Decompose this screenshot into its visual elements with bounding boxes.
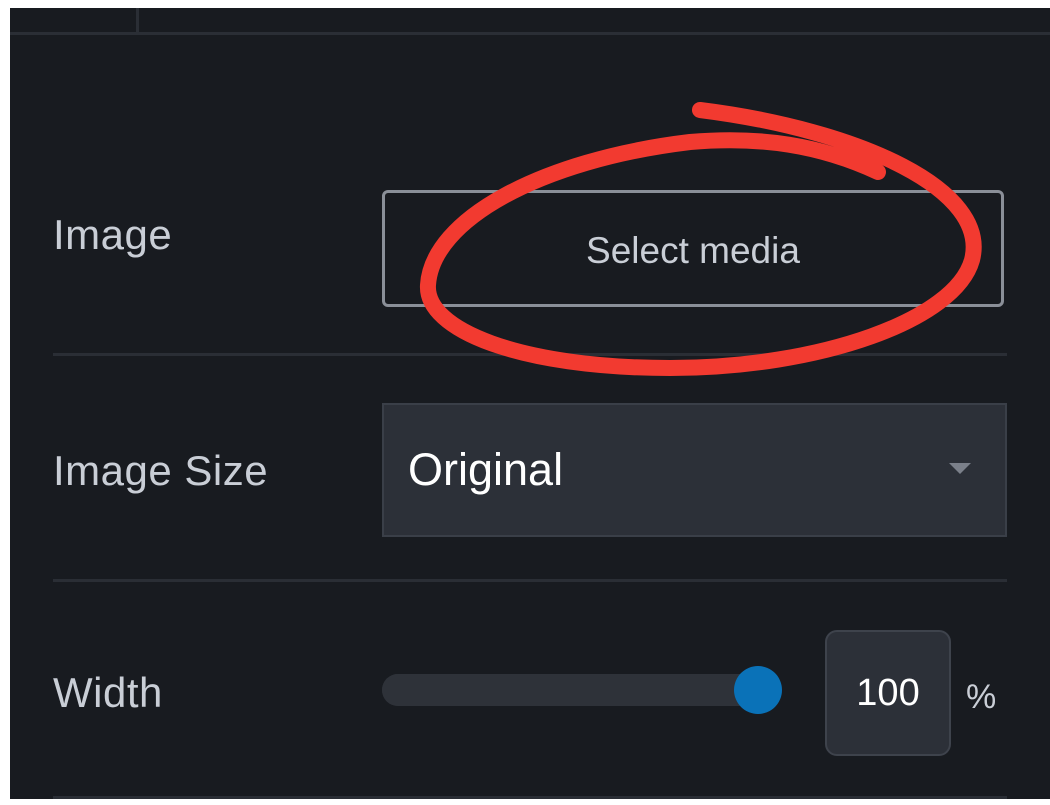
- select-media-button[interactable]: Select media: [382, 190, 1004, 307]
- select-media-label: Select media: [586, 229, 800, 271]
- divider: [53, 796, 1007, 799]
- width-slider[interactable]: [382, 666, 782, 714]
- width-input[interactable]: 100: [825, 630, 951, 756]
- image-size-select[interactable]: Original: [382, 403, 1007, 537]
- width-unit: %: [966, 678, 997, 716]
- slider-fill: [382, 674, 758, 706]
- caret-down-icon: [949, 463, 971, 474]
- settings-panel: Image Select media Image Size Original W…: [10, 8, 1050, 799]
- divider: [53, 353, 1007, 356]
- top-bar: [10, 8, 1050, 35]
- top-bar-divider: [136, 8, 139, 32]
- image-label: Image: [53, 211, 173, 258]
- divider: [53, 579, 1007, 582]
- slider-track: [382, 674, 774, 706]
- slider-thumb[interactable]: [734, 666, 782, 714]
- image-size-value: Original: [408, 444, 564, 495]
- image-size-label: Image Size: [53, 447, 269, 494]
- width-label: Width: [53, 669, 163, 716]
